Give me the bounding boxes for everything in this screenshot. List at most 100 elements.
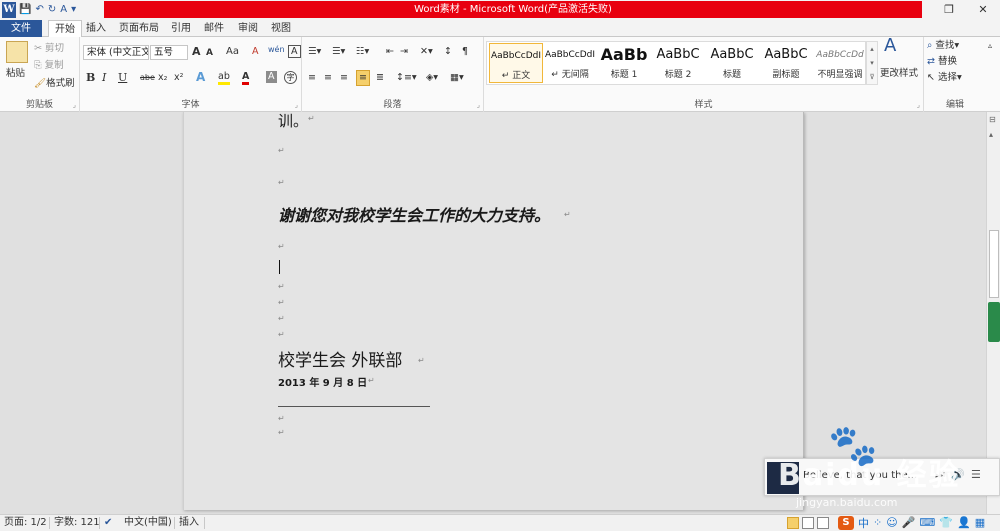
side-widget[interactable] <box>988 302 1000 342</box>
sort-icon[interactable]: ↕ <box>444 45 452 59</box>
tools-icon[interactable]: ▦ <box>975 516 985 529</box>
line-spacing-icon[interactable]: ↕≡▾ <box>396 71 417 85</box>
print-layout-view-icon[interactable] <box>787 516 799 529</box>
status-insert-mode[interactable]: 插入 <box>179 515 199 531</box>
show-formatting-marks-icon[interactable]: ¶ <box>462 45 468 59</box>
status-page[interactable]: 页面: 1/2 <box>4 515 47 531</box>
shrink-font-button[interactable]: A <box>206 46 213 60</box>
style-subtitle[interactable]: AaBbC 副标题 <box>759 43 813 83</box>
change-case-button[interactable]: Aa <box>226 45 239 59</box>
superscript-button[interactable]: x² <box>174 71 183 85</box>
change-styles-button[interactable]: 更改样式 <box>880 67 918 81</box>
paste-button[interactable]: 粘贴 <box>6 67 25 81</box>
tab-references[interactable]: 引用 <box>165 20 197 37</box>
phonetic-guide-button[interactable]: wén <box>268 43 285 57</box>
grow-font-button[interactable]: A <box>192 45 201 59</box>
style-normal[interactable]: AaBbCcDdI ↵ 正文 <box>489 43 543 83</box>
enclose-characters-button[interactable]: 字 <box>284 71 297 84</box>
font-dialog-launcher-icon[interactable]: ⌟ <box>295 101 298 109</box>
borders-icon[interactable]: ▦▾ <box>450 71 464 85</box>
bold-button[interactable]: B <box>86 71 95 85</box>
character-border-button[interactable]: A <box>288 45 301 58</box>
increase-indent-icon[interactable]: ⇥ <box>400 45 408 59</box>
distributed-icon[interactable]: ≣ <box>376 71 384 85</box>
styles-dialog-launcher-icon[interactable]: ⌟ <box>917 101 920 109</box>
multilevel-list-icon[interactable]: ☷▾ <box>356 45 369 59</box>
playlist-icon[interactable]: ☰ <box>971 468 981 481</box>
tab-file[interactable]: 文件 <box>0 20 42 37</box>
close-window-button[interactable]: ✕ <box>966 0 1000 20</box>
font-name-combo[interactable]: 宋体 (中文正文 <box>83 45 149 60</box>
spelling-icon[interactable]: A <box>59 2 68 18</box>
style-subtle-emphasis[interactable]: AaBbCcDd 不明显强调 <box>813 43 867 83</box>
tab-page-layout[interactable]: 页面布局 <box>113 20 165 37</box>
media-notification[interactable]: Believe, that you the... ⏭ 🔊 ☰ <box>764 458 1000 496</box>
paragraph-dialog-launcher-icon[interactable]: ⌟ <box>477 101 480 109</box>
italic-button[interactable]: I <box>102 71 106 85</box>
decrease-indent-icon[interactable]: ⇤ <box>386 45 394 59</box>
redo-icon[interactable]: ↻ <box>47 2 57 18</box>
tab-home[interactable]: 开始 <box>48 20 82 38</box>
justify-icon[interactable]: ≡ <box>356 70 370 86</box>
replace-button[interactable]: ⇄ 替换 <box>927 55 957 69</box>
customize-qat-icon[interactable]: ▾ <box>70 2 77 18</box>
select-button[interactable]: ↖ 选择▾ <box>927 71 962 85</box>
word-app-icon[interactable]: W <box>2 2 16 18</box>
strikethrough-button[interactable]: abe <box>140 71 155 85</box>
numbering-icon[interactable]: ☰▾ <box>332 45 345 59</box>
change-styles-icon[interactable]: A <box>884 37 896 55</box>
style-no-spacing[interactable]: AaBbCcDdI ↵ 无间隔 <box>543 43 597 83</box>
document-page[interactable]: 训。 ↵ ↵ ↵ 谢谢您对我校学生会工作的大力支持。 ↵ ↵ ↵ ↵ ↵ ↵ 校… <box>183 112 804 510</box>
scroll-up-icon[interactable]: ▴ <box>989 130 993 139</box>
tab-view[interactable]: 视图 <box>265 20 297 37</box>
align-left-icon[interactable]: ≡ <box>308 71 316 85</box>
find-button[interactable]: ⌕ 查找▾ <box>927 39 959 53</box>
underline-button[interactable]: U <box>118 71 127 85</box>
punctuation-icon[interactable]: ⁘ <box>873 516 882 529</box>
font-color-button[interactable]: A <box>242 71 250 85</box>
tab-mailings[interactable]: 邮件 <box>198 20 230 37</box>
undo-icon[interactable]: ↶ <box>34 2 44 18</box>
keyboard-icon[interactable]: ⌨ <box>919 516 935 529</box>
status-word-count[interactable]: 字数: 121 <box>54 515 100 531</box>
vertical-scrollbar[interactable]: ⊟ ▴ <box>986 112 1000 514</box>
scrollbar-thumb[interactable] <box>989 230 999 298</box>
align-right-icon[interactable]: ≡ <box>340 71 348 85</box>
status-language[interactable]: 中文(中国) <box>124 515 172 531</box>
highlight-button[interactable]: ab <box>218 71 230 85</box>
emoji-icon[interactable]: ☺ <box>886 516 897 529</box>
style-heading-2[interactable]: AaBbC 标题 2 <box>651 43 705 83</box>
ime-language-toggle[interactable]: 中 <box>858 515 869 531</box>
shading-icon[interactable]: ◈▾ <box>426 71 438 85</box>
align-center-icon[interactable]: ≡ <box>324 71 332 85</box>
clipboard-dialog-launcher-icon[interactable]: ⌟ <box>73 101 76 109</box>
font-size-combo[interactable]: 五号 <box>150 45 188 60</box>
format-painter-button[interactable]: 🖌格式刷 <box>34 77 75 91</box>
ruler-toggle-icon[interactable]: ⊟ <box>989 115 996 124</box>
volume-icon[interactable]: 🔊 <box>951 468 965 481</box>
save-icon[interactable]: 💾 <box>18 2 32 18</box>
collapse-ribbon-icon[interactable]: ▵ <box>988 39 992 53</box>
user-icon[interactable]: 👤 <box>957 516 971 529</box>
restore-window-button[interactable]: ❐ <box>932 0 966 20</box>
microphone-icon[interactable]: 🎤 <box>902 516 916 529</box>
subscript-button[interactable]: x₂ <box>158 71 167 85</box>
spelling-check-icon[interactable]: ✔ <box>104 515 112 531</box>
cut-button[interactable]: ✂ 剪切 <box>34 42 64 56</box>
web-layout-view-icon[interactable] <box>817 516 829 529</box>
skin-icon[interactable]: 👕 <box>939 516 953 529</box>
tab-review[interactable]: 审阅 <box>232 20 264 37</box>
copy-button[interactable]: ⎘ 复制 <box>34 59 64 73</box>
bullets-icon[interactable]: ☰▾ <box>308 45 321 59</box>
tab-insert[interactable]: 插入 <box>80 20 112 37</box>
text-effects-button[interactable]: A <box>196 70 205 84</box>
styles-gallery-scroll[interactable]: ▴ ▾ ⊽ <box>866 41 878 85</box>
character-shading-button[interactable]: A <box>266 71 277 83</box>
full-screen-reading-view-icon[interactable] <box>802 516 814 529</box>
style-heading-1[interactable]: AaBb 标题 1 <box>597 43 651 83</box>
style-title[interactable]: AaBbC 标题 <box>705 43 759 83</box>
clipboard-paste-icon[interactable] <box>6 41 28 63</box>
chinese-layout-icon[interactable]: ✕▾ <box>420 45 433 59</box>
next-track-icon[interactable]: ⏭ <box>935 468 945 482</box>
sogou-ime-icon[interactable]: S <box>838 515 854 530</box>
